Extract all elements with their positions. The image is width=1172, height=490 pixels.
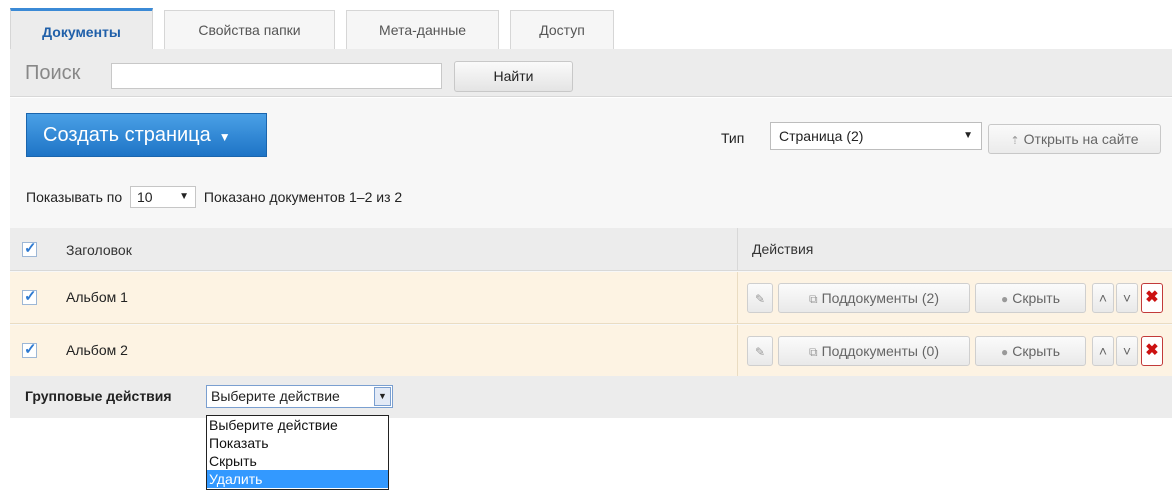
row-checkbox[interactable]: ✓ — [22, 288, 37, 305]
chevron-down-icon: ▼ — [179, 191, 190, 203]
document-manager: Документы Свойства папки Мета-данные Дос… — [0, 0, 1172, 490]
chevron-down-icon: ˅ — [1122, 290, 1132, 306]
pencil-icon: ✎ — [754, 292, 766, 306]
create-page-label: Создать страница — [43, 124, 211, 146]
type-select[interactable]: Страница (2) ▼ — [770, 122, 982, 150]
dropdown-option-delete[interactable]: Удалить — [207, 470, 388, 488]
open-on-site-label: Открыть на сайте — [1023, 131, 1139, 147]
per-page-value: 10 — [137, 189, 153, 206]
tab-metadata[interactable]: Мета-данные — [346, 10, 499, 49]
group-actions-label: Групповые действия — [25, 388, 172, 404]
copy-icon: ⧉ — [809, 292, 818, 306]
select-all-checkbox[interactable]: ✓ — [22, 240, 37, 257]
move-up-button[interactable]: ˄ — [1092, 283, 1114, 313]
subdocuments-label: Поддокументы (0) — [821, 343, 939, 359]
external-link-icon: ⇡ — [1010, 135, 1020, 147]
per-page-label: Показывать по — [26, 189, 123, 206]
search-button[interactable]: Найти — [454, 61, 573, 92]
documents-panel: Создать страница ▼ Тип Страница (2) ▼ ⇡ От… — [10, 98, 1172, 418]
search-label: Поиск — [25, 62, 81, 84]
copy-icon: ⧉ — [809, 345, 818, 359]
delete-button[interactable]: ✖ — [1141, 283, 1163, 313]
caret-down-icon: ▼ — [218, 130, 231, 144]
column-title: Заголовок — [66, 242, 132, 258]
table-row: ✓ Альбом 1 ✎ ⧉ Поддокументы (2) ● Скрыть ˄… — [10, 272, 1172, 324]
tab-documents[interactable]: Документы — [10, 8, 153, 49]
column-actions: Действия — [737, 228, 813, 271]
subdocuments-button[interactable]: ⧉ Поддокументы (0) — [778, 336, 970, 366]
chevron-up-icon: ˄ — [1098, 343, 1108, 359]
hide-button[interactable]: ● Скрыть — [975, 336, 1086, 366]
dropdown-option-select-action[interactable]: Выберите действие — [207, 416, 388, 434]
pencil-icon: ✎ — [754, 345, 766, 359]
tab-access[interactable]: Доступ — [510, 10, 614, 49]
create-page-button[interactable]: Создать страница ▼ — [26, 113, 267, 157]
move-up-button[interactable]: ˄ — [1092, 336, 1114, 366]
per-page-select[interactable]: 10 ▼ — [130, 186, 197, 209]
hide-label: Скрыть — [1012, 343, 1061, 359]
dot-icon: ● — [1000, 292, 1009, 306]
chevron-up-icon: ˄ — [1098, 290, 1108, 306]
tab-bar: Документы Свойства папки Мета-данные Дос… — [0, 0, 1172, 49]
table-header: ✓ Заголовок Действия — [10, 228, 1172, 271]
hide-button[interactable]: ● Скрыть — [975, 283, 1086, 313]
pagination-bar: Показывать по 10 ▼ Показано документов 1… — [26, 185, 403, 209]
search-input[interactable] — [111, 63, 442, 89]
dropdown-option-show[interactable]: Показать — [207, 434, 388, 452]
subdocuments-label: Поддокументы (2) — [821, 290, 939, 306]
type-label: Тип — [721, 130, 745, 146]
close-icon: ✖ — [1145, 342, 1159, 359]
shown-documents-text: Показано документов 1–2 из 2 — [203, 189, 403, 206]
chevron-down-icon[interactable]: ▼ — [374, 387, 391, 406]
chevron-down-icon: ▼ — [963, 130, 973, 141]
row-title[interactable]: Альбом 2 — [66, 342, 128, 358]
type-select-value: Страница (2) — [779, 128, 864, 144]
dropdown-option-hide[interactable]: Скрыть — [207, 452, 388, 470]
row-title[interactable]: Альбом 1 — [66, 289, 128, 305]
edit-button[interactable]: ✎ — [747, 336, 773, 366]
move-down-button[interactable]: ˅ — [1116, 283, 1138, 313]
search-bar: Поиск Найти — [10, 49, 1172, 97]
table-row: ✓ Альбом 2 ✎ ⧉ Поддокументы (0) ● Скрыть ˄… — [10, 325, 1172, 377]
check-icon: ✓ — [24, 288, 37, 305]
open-on-site-button[interactable]: ⇡ Открыть на сайте — [988, 124, 1161, 154]
subdocuments-button[interactable]: ⧉ Поддокументы (2) — [778, 283, 970, 313]
row-checkbox[interactable]: ✓ — [22, 341, 37, 358]
group-action-dropdown: Выберите действие Показать Скрыть Удалит… — [206, 415, 389, 490]
row-actions: ✎ ⧉ Поддокументы (0) ● Скрыть ˄ ˅ ✖ — [737, 325, 1163, 377]
check-icon: ✓ — [24, 240, 37, 257]
row-actions: ✎ ⧉ Поддокументы (2) ● Скрыть ˄ ˅ ✖ — [737, 272, 1163, 324]
delete-button[interactable]: ✖ — [1141, 336, 1163, 366]
group-actions-bar: Групповые действия Выберите действие ▼ — [10, 376, 1172, 418]
close-icon: ✖ — [1145, 289, 1159, 306]
hide-label: Скрыть — [1012, 290, 1061, 306]
move-down-button[interactable]: ˅ — [1116, 336, 1138, 366]
group-action-select[interactable]: Выберите действие ▼ — [206, 385, 393, 408]
dot-icon: ● — [1000, 345, 1009, 359]
edit-button[interactable]: ✎ — [747, 283, 773, 313]
check-icon: ✓ — [24, 341, 37, 358]
tab-folder-properties[interactable]: Свойства папки — [164, 10, 335, 49]
group-action-value: Выберите действие — [211, 388, 340, 404]
chevron-down-icon: ˅ — [1122, 343, 1132, 359]
